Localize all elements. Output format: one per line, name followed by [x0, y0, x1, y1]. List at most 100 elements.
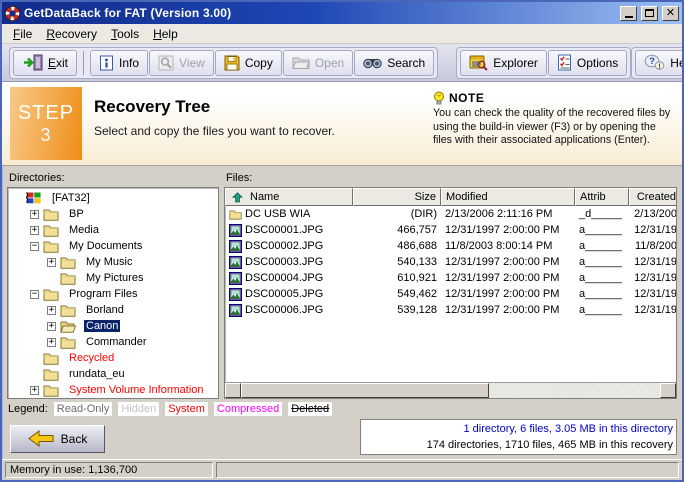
tree-item-label: Media: [67, 224, 101, 236]
cell-modified: 12/31/1997 2:00:00 PM: [441, 270, 575, 286]
file-row-dsc00001-jpg[interactable]: DSC00001.JPG466,75712/31/1997 2:00:00 PM…: [225, 222, 676, 238]
tree-item--fat32-[interactable]: [FAT32]: [10, 190, 218, 206]
modified-text: 12/31/1997 2:00:00 PM: [445, 256, 559, 268]
toolbar-explorer-button[interactable]: Explorer: [460, 50, 547, 76]
tree-item-label: My Music: [84, 256, 134, 268]
image-file-icon: [229, 256, 245, 269]
options-label: Options: [577, 56, 618, 70]
toolbar-help-button[interactable]: ?!Help: [635, 50, 684, 76]
windows-logo-icon: [26, 191, 46, 205]
file-row-dsc00004-jpg[interactable]: DSC00004.JPG610,92112/31/1997 2:00:00 PM…: [225, 270, 676, 286]
tree-item-my-pictures[interactable]: My Pictures: [10, 270, 218, 286]
size-text: 486,688: [397, 240, 437, 252]
close-button[interactable]: ✕: [662, 6, 679, 21]
tree-item-canon[interactable]: +Canon: [10, 318, 218, 334]
size-text: (DIR): [411, 208, 437, 220]
scroll-right-button[interactable]: [660, 383, 676, 398]
name-text: DSC00002.JPG: [245, 240, 323, 252]
column-header-created[interactable]: Created: [629, 188, 677, 206]
cell-modified: 12/31/1997 2:00:00 PM: [441, 222, 575, 238]
toolbar-info-button[interactable]: Info: [90, 50, 148, 76]
expand-toggle[interactable]: +: [47, 258, 56, 267]
help-icon: ?!: [644, 54, 665, 71]
folder-icon: [60, 256, 80, 269]
image-file-icon: [229, 272, 245, 285]
tree-item-bp[interactable]: +BP: [10, 206, 218, 222]
menu-help[interactable]: Help: [146, 25, 185, 43]
name-text: DSC00006.JPG: [245, 304, 323, 316]
collapse-toggle[interactable]: −: [30, 242, 39, 251]
image-file-icon: [229, 240, 245, 253]
expand-toggle[interactable]: +: [47, 338, 56, 347]
minimize-button[interactable]: [620, 6, 637, 21]
back-button[interactable]: Back: [10, 425, 105, 453]
menu-file[interactable]: File: [6, 25, 39, 43]
tree-item-rundata-eu[interactable]: rundata_eu: [10, 366, 218, 382]
tree-item-borland[interactable]: +Borland: [10, 302, 218, 318]
column-label: Size: [415, 191, 436, 203]
scrollbar-track[interactable]: [489, 383, 660, 398]
tree-item-recycled[interactable]: Recycled: [10, 350, 218, 366]
cell-attrib: a______: [575, 302, 629, 318]
toolbar-copy-button[interactable]: Copy: [215, 50, 282, 76]
directory-stats: 1 directory, 6 files, 3.05 MB in this di…: [364, 421, 673, 437]
tree-item-label: rundata_eu: [67, 368, 127, 380]
cell-name: DC USB WIA: [225, 206, 353, 222]
search-icon: [363, 56, 382, 69]
tree-item-program-files[interactable]: −Program Files: [10, 286, 218, 302]
step-number: 3: [40, 124, 51, 146]
cell-size: 549,462: [353, 286, 441, 302]
tree-item-my-music[interactable]: + My Music: [10, 254, 218, 270]
modified-text: 12/31/1997 2:00:00 PM: [445, 304, 559, 316]
legend-bar: Legend:Read-OnlyHiddenSystemCompressedDe…: [2, 399, 682, 418]
horizontal-scrollbar[interactable]: [225, 382, 676, 398]
open-icon: [292, 55, 310, 70]
expand-toggle[interactable]: +: [30, 226, 39, 235]
cell-attrib: a______: [575, 270, 629, 286]
file-row-dsc00006-jpg[interactable]: DSC00006.JPG539,12812/31/1997 2:00:00 PM…: [225, 302, 676, 318]
expand-toggle[interactable]: +: [30, 210, 39, 219]
menu-recovery[interactable]: Recovery: [39, 25, 104, 43]
column-header-attrib[interactable]: Attrib: [575, 188, 629, 206]
file-row-dc-usb-wia[interactable]: DC USB WIA(DIR)2/13/2006 2:11:16 PM_d___…: [225, 206, 676, 222]
menu-tools[interactable]: Tools: [104, 25, 146, 43]
file-row-dsc00005-jpg[interactable]: DSC00005.JPG549,46212/31/1997 2:00:00 PM…: [225, 286, 676, 302]
toolbar-options-button[interactable]: Options: [548, 50, 627, 76]
info-icon: [99, 55, 114, 71]
expand-toggle[interactable]: +: [47, 306, 56, 315]
toolbar-search-button[interactable]: Search: [354, 50, 434, 76]
collapse-toggle[interactable]: −: [30, 290, 39, 299]
note-block: NOTE You can check the quality of the re…: [433, 87, 676, 160]
cell-name: DSC00001.JPG: [225, 222, 353, 238]
toolbar-group-main: Exit InfoViewCopyOpenSearch: [9, 47, 438, 79]
scroll-left-button[interactable]: [225, 383, 241, 398]
tree-item-media[interactable]: + Media: [10, 222, 218, 238]
cell-size: (DIR): [353, 206, 441, 222]
tree-item-my-documents[interactable]: −My Documents: [10, 238, 218, 254]
file-row-dsc00002-jpg[interactable]: DSC00002.JPG486,68811/8/2003 8:00:14 PMa…: [225, 238, 676, 254]
column-header-name[interactable]: Name: [225, 188, 353, 206]
cell-modified: 12/31/1997 2:00:00 PM: [441, 286, 575, 302]
toolbar-open-button[interactable]: Open: [283, 50, 353, 76]
column-header-size[interactable]: Size: [353, 188, 441, 206]
column-header-modified[interactable]: Modified: [441, 188, 575, 206]
tree-item-system-volume-information[interactable]: +System Volume Information: [10, 382, 218, 398]
created-text: 12/31/19: [634, 304, 676, 316]
modified-text: 2/13/2006 2:11:16 PM: [445, 208, 552, 220]
toolbar-view-button[interactable]: View: [149, 50, 214, 76]
step-banner: STEP 3 Recovery Tree Select and copy the…: [2, 82, 682, 166]
maximize-button[interactable]: [641, 6, 658, 21]
name-text: DSC00004.JPG: [245, 272, 323, 284]
expand-toggle[interactable]: +: [47, 322, 56, 331]
cell-size: 540,133: [353, 254, 441, 270]
cell-name: DSC00002.JPG: [225, 238, 353, 254]
note-title: NOTE: [449, 91, 484, 105]
expand-toggle[interactable]: +: [30, 386, 39, 395]
folder-icon: [229, 208, 245, 221]
scrollbar-thumb[interactable]: [241, 383, 489, 398]
directory-tree: [FAT32]+BP+Media−My Documents+My MusicMy…: [7, 187, 219, 399]
file-row-dsc00003-jpg[interactable]: DSC00003.JPG540,13312/31/1997 2:00:00 PM…: [225, 254, 676, 270]
toolbar-exit-button[interactable]: Exit: [13, 50, 77, 76]
folder-icon: [43, 368, 63, 381]
tree-item-commander[interactable]: +Commander: [10, 334, 218, 350]
